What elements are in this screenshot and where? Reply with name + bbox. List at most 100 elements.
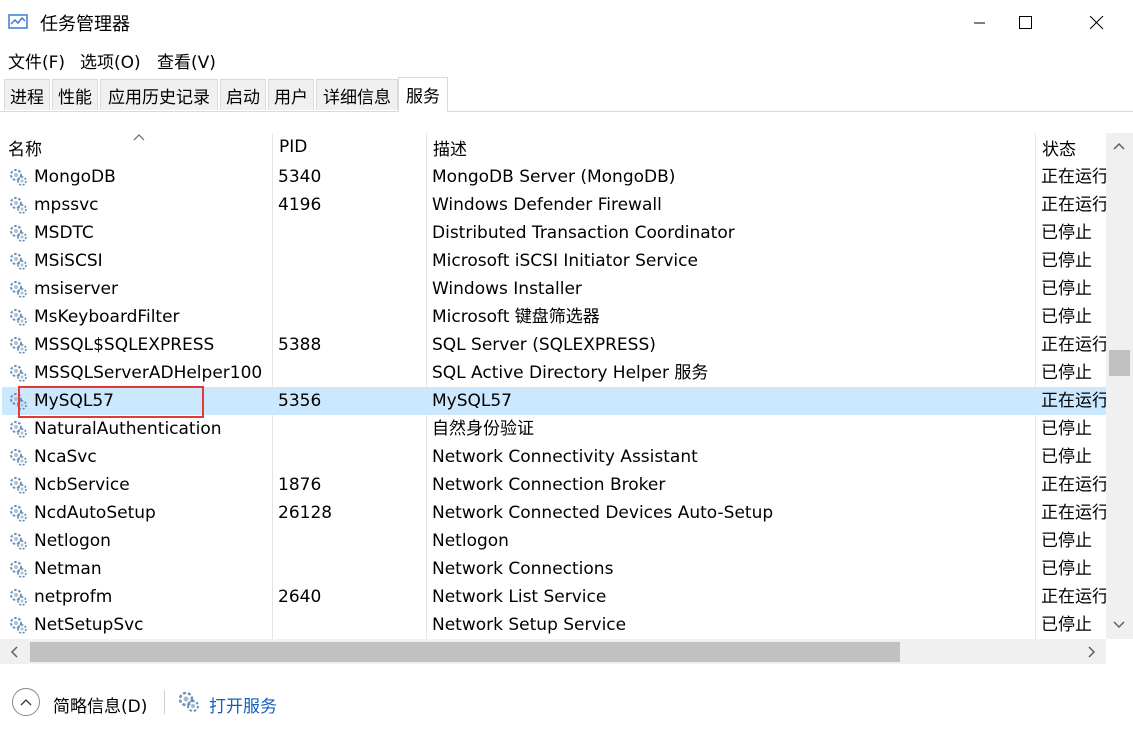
scroll-down-icon[interactable] bbox=[1112, 620, 1126, 630]
minimize-button[interactable] bbox=[957, 0, 1003, 45]
column-header-description[interactable]: 描述 bbox=[427, 133, 1035, 161]
service-status: 已停止 bbox=[1041, 363, 1092, 383]
table-row[interactable]: netprofm 2640 Network List Service 正在运行 bbox=[2, 583, 1106, 611]
column-header-name[interactable]: 名称 bbox=[2, 133, 272, 161]
fewer-details-button[interactable] bbox=[12, 688, 40, 716]
service-name: MongoDB bbox=[34, 167, 116, 187]
service-gear-icon bbox=[8, 420, 28, 438]
service-name: MSSQLServerADHelper100 bbox=[34, 363, 263, 383]
table-row[interactable]: Netlogon Netlogon 已停止 bbox=[2, 527, 1106, 555]
service-description: MongoDB Server (MongoDB) bbox=[432, 167, 676, 187]
service-status: 正在运行 bbox=[1041, 391, 1106, 411]
maximize-button[interactable] bbox=[1003, 0, 1049, 45]
service-pid bbox=[278, 275, 428, 303]
table-row[interactable]: NcaSvc Network Connectivity Assistant 已停止 bbox=[2, 443, 1106, 471]
table-row[interactable]: mpssvc 4196 Windows Defender Firewall 正在运行 bbox=[2, 191, 1106, 219]
service-description: Windows Defender Firewall bbox=[432, 195, 662, 215]
service-pid bbox=[278, 219, 428, 247]
service-status: 已停止 bbox=[1041, 279, 1092, 299]
service-status: 已停止 bbox=[1041, 447, 1092, 467]
table-row[interactable]: NcbService 1876 Network Connection Broker 正… bbox=[2, 471, 1106, 499]
service-pid bbox=[278, 527, 428, 555]
menu-options[interactable]: 选项(O) bbox=[80, 48, 141, 73]
service-description: Netlogon bbox=[432, 531, 509, 551]
service-gear-icon bbox=[8, 588, 28, 606]
vertical-scroll-thumb[interactable] bbox=[1109, 350, 1130, 376]
tab-users[interactable]: 用户 bbox=[268, 79, 314, 110]
menu-view[interactable]: 查看(V) bbox=[157, 48, 216, 73]
service-status: 已停止 bbox=[1041, 251, 1092, 271]
service-status: 正在运行 bbox=[1041, 587, 1106, 607]
menu-file[interactable]: 文件(F) bbox=[8, 48, 65, 73]
service-status: 已停止 bbox=[1041, 615, 1092, 635]
window-title: 任务管理器 bbox=[40, 14, 130, 35]
service-gear-icon bbox=[8, 224, 28, 242]
service-gear-icon bbox=[8, 280, 28, 298]
column-header-pid[interactable]: PID bbox=[273, 133, 426, 161]
column-header-status[interactable]: 状态 bbox=[1036, 133, 1106, 161]
service-pid: 5340 bbox=[278, 167, 322, 187]
service-name: NcaSvc bbox=[34, 447, 97, 467]
footer bbox=[0, 664, 1133, 740]
fewer-details-link[interactable]: 简略信息(D) bbox=[53, 692, 147, 717]
service-name: MSDTC bbox=[34, 223, 94, 243]
scroll-right-icon[interactable] bbox=[1087, 645, 1097, 659]
service-description: SQL Active Directory Helper 服务 bbox=[432, 363, 709, 383]
service-description: Network Connections bbox=[432, 559, 614, 579]
tab-startup[interactable]: 启动 bbox=[220, 79, 266, 110]
service-gear-icon bbox=[8, 252, 28, 270]
table-row[interactable]: msiserver Windows Installer 已停止 bbox=[2, 275, 1106, 303]
service-status: 已停止 bbox=[1041, 419, 1092, 439]
service-description: Network Connectivity Assistant bbox=[432, 447, 698, 467]
service-status: 已停止 bbox=[1041, 531, 1092, 551]
service-description: Microsoft iSCSI Initiator Service bbox=[432, 251, 698, 271]
service-pid bbox=[278, 359, 428, 387]
scroll-left-icon[interactable] bbox=[9, 645, 19, 659]
vertical-scrollbar[interactable] bbox=[1106, 133, 1133, 639]
service-pid bbox=[278, 247, 428, 275]
tab-services[interactable]: 服务 bbox=[398, 77, 448, 112]
service-status: 正在运行 bbox=[1041, 503, 1106, 523]
service-status: 正在运行 bbox=[1041, 475, 1106, 495]
service-name: NcdAutoSetup bbox=[34, 503, 156, 523]
open-services-link[interactable]: 打开服务 bbox=[209, 692, 277, 717]
tab-performance[interactable]: 性能 bbox=[52, 79, 98, 110]
service-gear-icon bbox=[178, 691, 199, 712]
service-gear-icon bbox=[8, 168, 28, 186]
footer-divider bbox=[164, 690, 165, 714]
service-gear-icon bbox=[8, 364, 28, 382]
table-row[interactable]: MSSQLServerADHelper100 SQL Active Directo… bbox=[2, 359, 1106, 387]
table-row[interactable]: MongoDB 5340 MongoDB Server (MongoDB) 正在运行 bbox=[2, 163, 1106, 191]
service-description: 自然身份验证 bbox=[432, 419, 534, 439]
close-icon bbox=[1090, 15, 1104, 29]
service-pid: 5388 bbox=[278, 335, 322, 355]
table-row[interactable]: MSSQL$SQLEXPRESS 5388 SQL Server (SQLEXPRE… bbox=[2, 331, 1106, 359]
service-gear-icon bbox=[8, 196, 28, 214]
minimize-icon bbox=[974, 22, 985, 23]
tab-processes[interactable]: 进程 bbox=[4, 79, 50, 110]
tab-details[interactable]: 详细信息 bbox=[316, 79, 398, 110]
service-description: Network Connected Devices Auto-Setup bbox=[432, 503, 774, 523]
service-status: 正在运行 bbox=[1041, 335, 1106, 355]
close-button[interactable] bbox=[1074, 0, 1120, 45]
service-description: Distributed Transaction Coordinator bbox=[432, 223, 735, 243]
table-row[interactable]: NaturalAuthentication 自然身份验证 已停止 bbox=[2, 415, 1106, 443]
service-pid bbox=[278, 611, 428, 639]
service-pid: 2640 bbox=[278, 587, 322, 607]
service-gear-icon bbox=[8, 476, 28, 494]
table-row[interactable]: MSiSCSI Microsoft iSCSI Initiator Service… bbox=[2, 247, 1106, 275]
table-row[interactable]: MsKeyboardFilter Microsoft 键盘筛选器 已停止 bbox=[2, 303, 1106, 331]
service-description: Network Setup Service bbox=[432, 615, 627, 635]
service-name: NaturalAuthentication bbox=[34, 419, 222, 439]
scroll-up-icon[interactable] bbox=[1112, 141, 1126, 151]
service-gear-icon bbox=[8, 560, 28, 578]
table-row[interactable]: NcdAutoSetup 26128 Network Connected Devic… bbox=[2, 499, 1106, 527]
service-status: 已停止 bbox=[1041, 223, 1092, 243]
table-row[interactable]: NetSetupSvc Network Setup Service 已停止 bbox=[2, 611, 1106, 639]
service-pid bbox=[278, 443, 428, 471]
horizontal-scroll-thumb[interactable] bbox=[30, 642, 900, 662]
maximize-icon bbox=[1019, 15, 1032, 29]
tab-app-history[interactable]: 应用历史记录 bbox=[100, 79, 218, 110]
table-row[interactable]: MSDTC Distributed Transaction Coordinator… bbox=[2, 219, 1106, 247]
table-row[interactable]: Netman Network Connections 已停止 bbox=[2, 555, 1106, 583]
